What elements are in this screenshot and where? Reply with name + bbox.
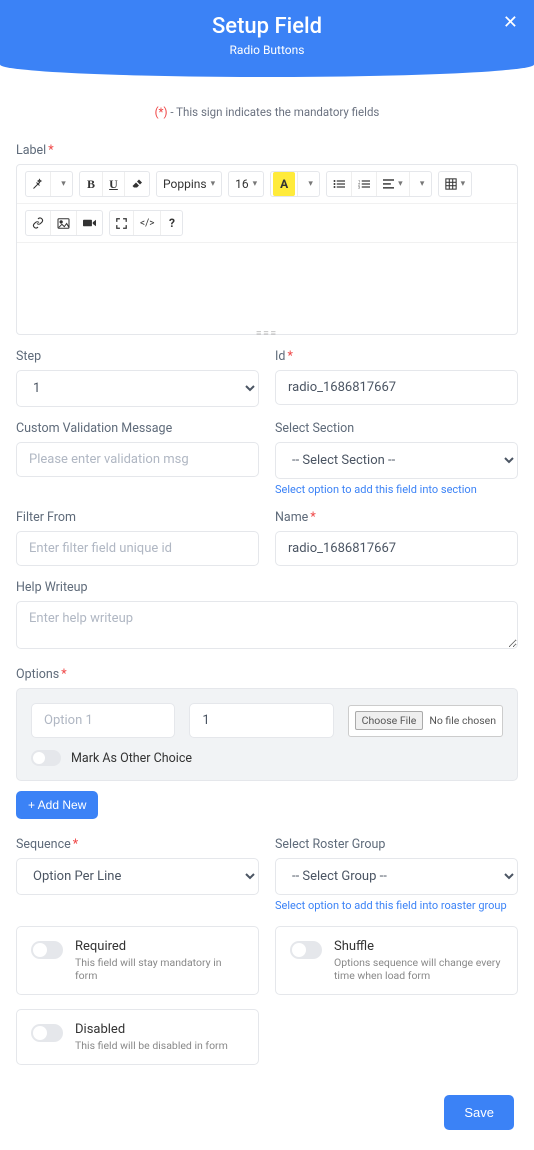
section-label: Select Section	[275, 421, 518, 436]
list-ul-button[interactable]	[327, 172, 351, 196]
dialog-header: Setup Field Radio Buttons ✕	[0, 0, 534, 77]
mark-other-toggle[interactable]	[31, 750, 61, 766]
disabled-desc: This field will be disabled in form	[75, 1039, 228, 1052]
section-select[interactable]: -- Select Section --	[275, 442, 518, 479]
dialog-subtitle: Radio Buttons	[0, 43, 534, 57]
image-button[interactable]	[50, 211, 76, 235]
highlight-button[interactable]: A	[273, 172, 295, 196]
name-label: Name*	[275, 510, 518, 525]
id-label: Id*	[275, 349, 518, 364]
list-ol-button[interactable]: 123	[351, 172, 376, 196]
shuffle-desc: Options sequence will change every time …	[334, 956, 503, 982]
shuffle-title: Shuffle	[334, 939, 503, 954]
disabled-toggle[interactable]	[31, 1024, 63, 1042]
section-note: Select option to add this field into sec…	[275, 483, 518, 496]
shuffle-switch-box: Shuffle Options sequence will change eve…	[275, 926, 518, 995]
sequence-label: Sequence*	[16, 837, 259, 852]
validation-label: Custom Validation Message	[16, 421, 259, 436]
required-title: Required	[75, 939, 244, 954]
svg-text:3: 3	[358, 186, 360, 190]
help-textarea[interactable]	[16, 601, 518, 649]
code-view-button[interactable]: </>	[133, 211, 160, 235]
eraser-button[interactable]	[124, 172, 149, 196]
save-button[interactable]: Save	[444, 1095, 514, 1130]
no-file-label: No file chosen	[429, 714, 496, 727]
choose-file-button[interactable]: Choose File	[355, 711, 424, 730]
highlight-dropdown[interactable]	[297, 172, 319, 196]
close-icon[interactable]: ✕	[503, 12, 518, 33]
editor-toolbar: B U Poppins 16 A 123	[17, 165, 517, 204]
option-file-input[interactable]: Choose File No file chosen	[348, 705, 503, 737]
footer-actions: Save	[16, 1095, 518, 1130]
step-select[interactable]: 1	[16, 370, 259, 407]
name-input[interactable]	[275, 531, 518, 566]
option-number-input[interactable]	[189, 703, 333, 738]
table-dropdown[interactable]	[439, 172, 472, 196]
id-input[interactable]	[275, 370, 518, 405]
sequence-select[interactable]: Option Per Line	[16, 858, 259, 895]
font-size-dropdown[interactable]: 16	[229, 172, 263, 196]
style-dropdown[interactable]	[50, 172, 72, 196]
rich-text-editor: B U Poppins 16 A 123	[16, 164, 518, 335]
help-button[interactable]: ?	[160, 211, 182, 235]
bold-button[interactable]: B	[80, 172, 102, 196]
label-label: Label*	[16, 143, 518, 158]
fullscreen-button[interactable]	[110, 211, 133, 235]
disabled-switch-box: Disabled This field will be disabled in …	[16, 1009, 259, 1065]
required-desc: This field will stay mandatory in form	[75, 956, 244, 982]
disabled-title: Disabled	[75, 1022, 228, 1037]
mandatory-star: (*)	[155, 105, 168, 119]
mark-other-row: Mark As Other Choice	[31, 750, 503, 766]
option-row: Choose File No file chosen	[31, 703, 503, 738]
font-family-dropdown[interactable]: Poppins	[157, 172, 221, 196]
roster-label: Select Roster Group	[275, 837, 518, 852]
magic-icon[interactable]	[26, 172, 50, 196]
paragraph-dropdown[interactable]	[409, 172, 431, 196]
editor-content[interactable]	[17, 243, 517, 328]
options-container: Choose File No file chosen Mark As Other…	[16, 688, 518, 781]
validation-input[interactable]	[16, 442, 259, 477]
help-label: Help Writeup	[16, 580, 518, 595]
align-dropdown[interactable]	[376, 172, 409, 196]
form-body: Label* B U Poppins 16	[0, 143, 534, 1150]
editor-toolbar-row2: </> ?	[17, 204, 517, 243]
required-switch-box: Required This field will stay mandatory …	[16, 926, 259, 995]
option-text-input[interactable]	[31, 703, 175, 738]
mark-other-label: Mark As Other Choice	[71, 751, 192, 766]
mandatory-text: - This sign indicates the mandatory fiel…	[168, 105, 380, 119]
shuffle-toggle[interactable]	[290, 941, 322, 959]
filter-label: Filter From	[16, 510, 259, 525]
required-toggle[interactable]	[31, 941, 63, 959]
link-button[interactable]	[26, 211, 50, 235]
filter-input[interactable]	[16, 531, 259, 566]
editor-resize-handle[interactable]: ≡≡≡	[17, 328, 517, 334]
roster-select[interactable]: -- Select Group --	[275, 858, 518, 895]
add-new-button[interactable]: + Add New	[16, 791, 98, 819]
video-button[interactable]	[76, 211, 102, 235]
options-label: Options*	[16, 667, 518, 682]
roster-note: Select option to add this field into roa…	[275, 899, 518, 912]
step-label: Step	[16, 349, 259, 364]
mandatory-note: (*) - This sign indicates the mandatory …	[0, 105, 534, 119]
dialog-title: Setup Field	[0, 14, 534, 39]
underline-button[interactable]: U	[102, 172, 124, 196]
